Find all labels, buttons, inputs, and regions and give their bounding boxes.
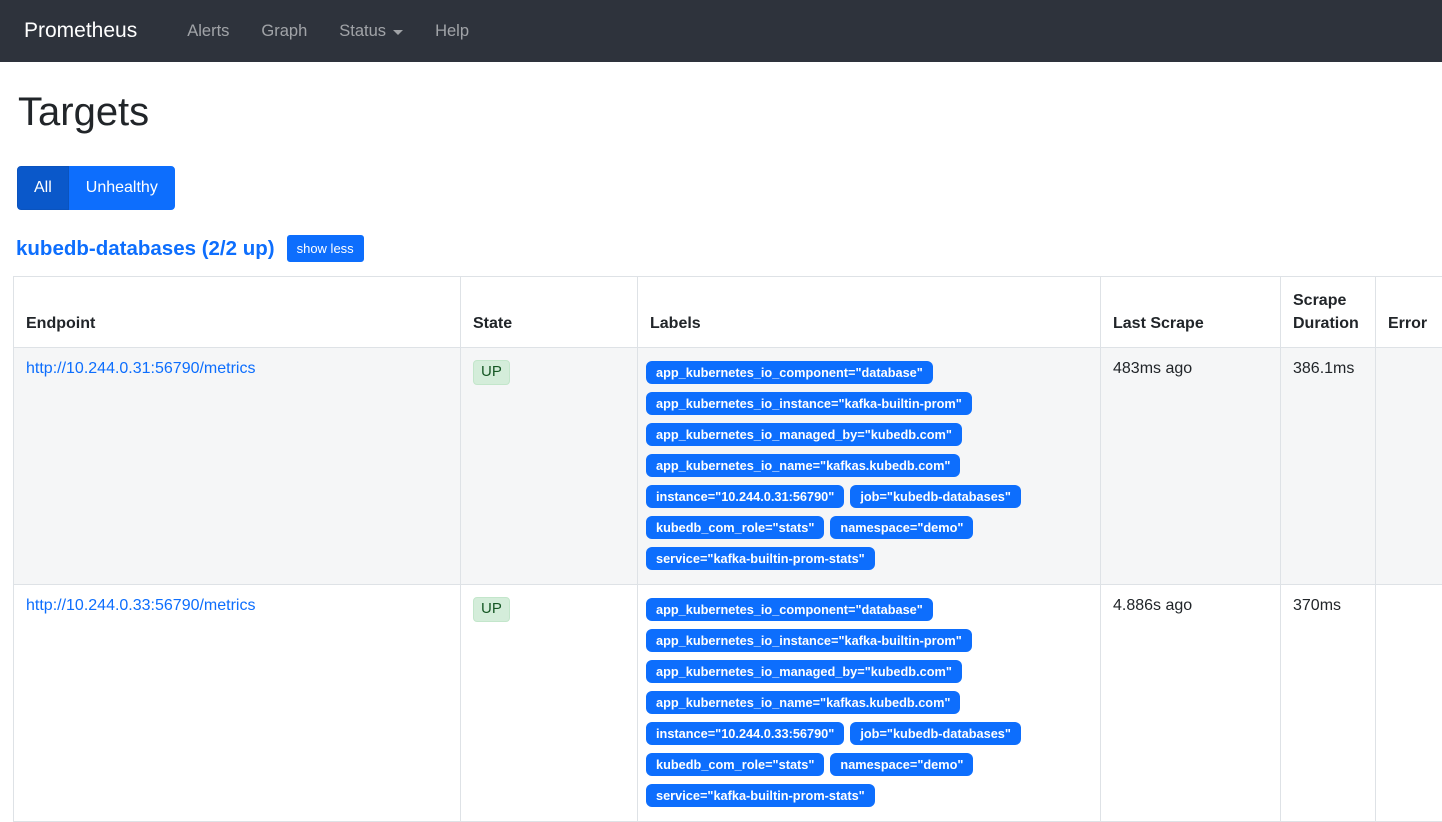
page-title: Targets: [18, 88, 1442, 136]
targets-table-body: http://10.244.0.31:56790/metrics UP app_…: [14, 348, 1442, 822]
col-header-error: Error: [1376, 277, 1442, 348]
error-cell: [1376, 585, 1442, 822]
label-badge: job="kubedb-databases": [850, 485, 1021, 508]
label-badge: app_kubernetes_io_instance="kafka-builti…: [646, 629, 972, 652]
scrape-duration-cell: 386.1ms: [1281, 348, 1376, 585]
col-header-labels: Labels: [638, 277, 1101, 348]
endpoint-link[interactable]: http://10.244.0.31:56790/metrics: [26, 360, 255, 377]
label-badge: app_kubernetes_io_managed_by="kubedb.com…: [646, 660, 962, 683]
error-cell: [1376, 348, 1442, 585]
state-up-badge: UP: [473, 360, 510, 385]
nav-item-status-dropdown[interactable]: Status: [323, 14, 419, 49]
table-header-row: Endpoint State Labels Last Scrape Scrape…: [14, 277, 1442, 348]
targets-table: Endpoint State Labels Last Scrape Scrape…: [13, 276, 1442, 822]
label-badge: kubedb_com_role="stats": [646, 753, 824, 776]
filter-all-button[interactable]: All: [17, 166, 69, 210]
table-row: http://10.244.0.33:56790/metrics UP app_…: [14, 585, 1442, 822]
job-section-header: kubedb-databases (2/2 up) show less: [16, 235, 1442, 262]
state-cell: UP: [461, 585, 638, 822]
label-badge: namespace="demo": [830, 753, 973, 776]
label-badge: app_kubernetes_io_component="database": [646, 598, 933, 621]
label-badge: service="kafka-builtin-prom-stats": [646, 784, 875, 807]
state-up-badge: UP: [473, 597, 510, 622]
label-badge: app_kubernetes_io_name="kafkas.kubedb.co…: [646, 454, 960, 477]
col-header-last-scrape: Last Scrape: [1101, 277, 1281, 348]
filter-unhealthy-button[interactable]: Unhealthy: [69, 166, 175, 210]
label-badge: service="kafka-builtin-prom-stats": [646, 547, 875, 570]
endpoint-cell: http://10.244.0.33:56790/metrics: [14, 585, 461, 822]
endpoint-cell: http://10.244.0.31:56790/metrics: [14, 348, 461, 585]
label-badge: app_kubernetes_io_managed_by="kubedb.com…: [646, 423, 962, 446]
label-badge: app_kubernetes_io_component="database": [646, 361, 933, 384]
nav-item-graph[interactable]: Graph: [245, 14, 323, 49]
main-content: Targets All Unhealthy kubedb-databases (…: [0, 88, 1442, 822]
labels-cell: app_kubernetes_io_component="database"ap…: [638, 348, 1101, 585]
col-header-state: State: [461, 277, 638, 348]
table-row: http://10.244.0.31:56790/metrics UP app_…: [14, 348, 1442, 585]
label-badge: app_kubernetes_io_instance="kafka-builti…: [646, 392, 972, 415]
navbar: Prometheus Alerts Graph Status Help: [0, 0, 1442, 62]
last-scrape-cell: 4.886s ago: [1101, 585, 1281, 822]
state-cell: UP: [461, 348, 638, 585]
health-filter-group: All Unhealthy: [17, 166, 175, 210]
label-badge: instance="10.244.0.33:56790": [646, 722, 844, 745]
last-scrape-cell: 483ms ago: [1101, 348, 1281, 585]
label-badge: instance="10.244.0.31:56790": [646, 485, 844, 508]
col-header-endpoint: Endpoint: [14, 277, 461, 348]
labels-cell: app_kubernetes_io_component="database"ap…: [638, 585, 1101, 822]
nav-item-status-label: Status: [339, 22, 386, 41]
scrape-duration-cell: 370ms: [1281, 585, 1376, 822]
nav-item-alerts[interactable]: Alerts: [171, 14, 245, 49]
chevron-down-icon: [393, 30, 403, 35]
label-badge: job="kubedb-databases": [850, 722, 1021, 745]
col-header-scrape-duration: Scrape Duration: [1281, 277, 1376, 348]
show-less-button[interactable]: show less: [287, 235, 364, 262]
job-title-link[interactable]: kubedb-databases (2/2 up): [16, 237, 275, 261]
label-badge: kubedb_com_role="stats": [646, 516, 824, 539]
nav-item-help[interactable]: Help: [419, 14, 485, 49]
endpoint-link[interactable]: http://10.244.0.33:56790/metrics: [26, 597, 255, 614]
label-badge: namespace="demo": [830, 516, 973, 539]
brand-prometheus[interactable]: Prometheus: [24, 19, 137, 43]
label-badge: app_kubernetes_io_name="kafkas.kubedb.co…: [646, 691, 960, 714]
